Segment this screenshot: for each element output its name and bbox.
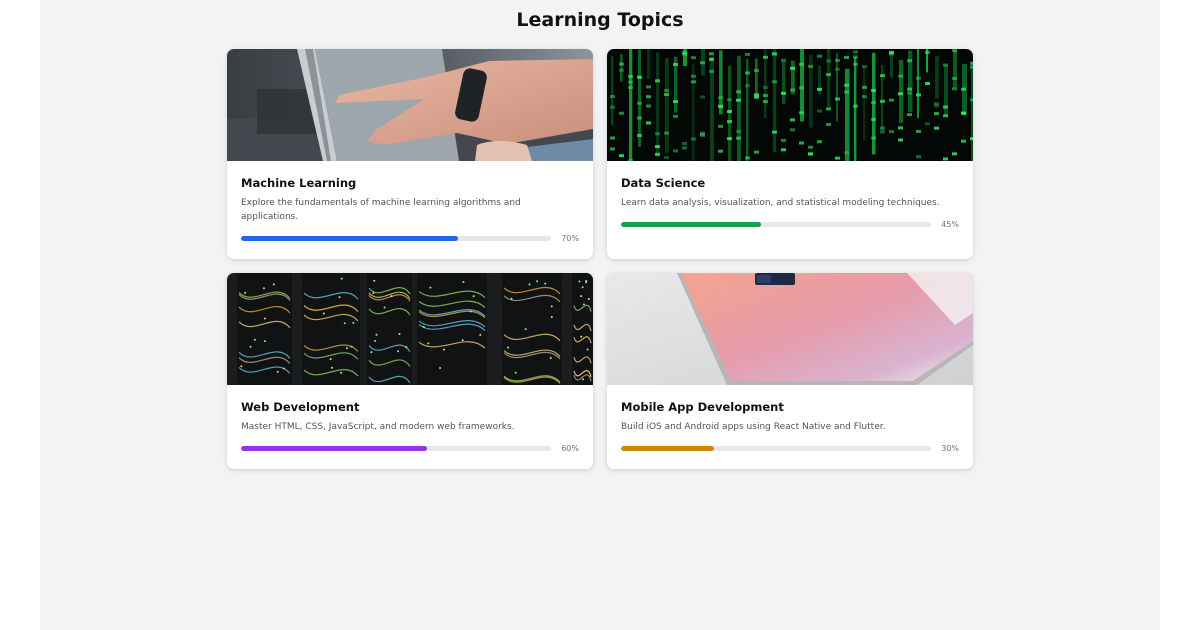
topic-description: Master HTML, CSS, JavaScript, and modern… xyxy=(241,422,515,432)
progress-track xyxy=(621,445,931,451)
progress-row: 60% xyxy=(241,441,579,455)
page-background: Learning Topics Machine Learning Explore… xyxy=(40,0,1160,630)
topic-card-body: Web Development Master HTML, CSS, JavaSc… xyxy=(227,385,593,469)
topic-card-machine-learning[interactable]: Machine Learning Explore the fundamental… xyxy=(227,49,593,259)
topic-title: Data Science xyxy=(621,176,706,190)
topic-image-web-development xyxy=(227,273,593,385)
topic-description: Explore the fundamentals of machine lear… xyxy=(241,198,521,222)
page-title: Learning Topics xyxy=(516,9,684,31)
topic-title: Web Development xyxy=(241,400,360,414)
topic-title: Machine Learning xyxy=(241,176,357,190)
topic-card-web-development[interactable]: Web Development Master HTML, CSS, JavaSc… xyxy=(227,273,593,469)
topic-title: Mobile App Development xyxy=(621,400,784,414)
progress-label: 45% xyxy=(941,219,959,229)
progress-row: 30% xyxy=(621,441,959,455)
progress-fill xyxy=(621,221,761,227)
progress-track xyxy=(241,445,551,451)
topic-card-body: Machine Learning Explore the fundamental… xyxy=(227,161,593,259)
progress-track xyxy=(621,221,931,227)
topic-image-mobile-app-development xyxy=(607,273,973,385)
progress-row: 45% xyxy=(621,217,959,231)
progress-row: 70% xyxy=(241,231,579,245)
topic-image-machine-learning xyxy=(227,49,593,161)
progress-label: 30% xyxy=(941,443,959,453)
topic-card-body: Mobile App Development Build iOS and And… xyxy=(607,385,973,469)
topic-card-data-science[interactable]: Data Science Learn data analysis, visual… xyxy=(607,49,973,259)
progress-fill xyxy=(621,445,714,451)
topic-description: Learn data analysis, visualization, and … xyxy=(621,198,940,208)
topic-description: Build iOS and Android apps using React N… xyxy=(621,422,886,432)
progress-fill xyxy=(241,445,427,451)
progress-label: 60% xyxy=(561,443,579,453)
topics-grid: Machine Learning Explore the fundamental… xyxy=(227,49,973,469)
topic-image-data-science xyxy=(607,49,973,161)
progress-track xyxy=(241,235,551,241)
topic-card-body: Data Science Learn data analysis, visual… xyxy=(607,161,973,247)
topic-card-mobile-app-development[interactable]: Mobile App Development Build iOS and And… xyxy=(607,273,973,469)
progress-label: 70% xyxy=(561,233,579,243)
progress-fill xyxy=(241,235,458,241)
